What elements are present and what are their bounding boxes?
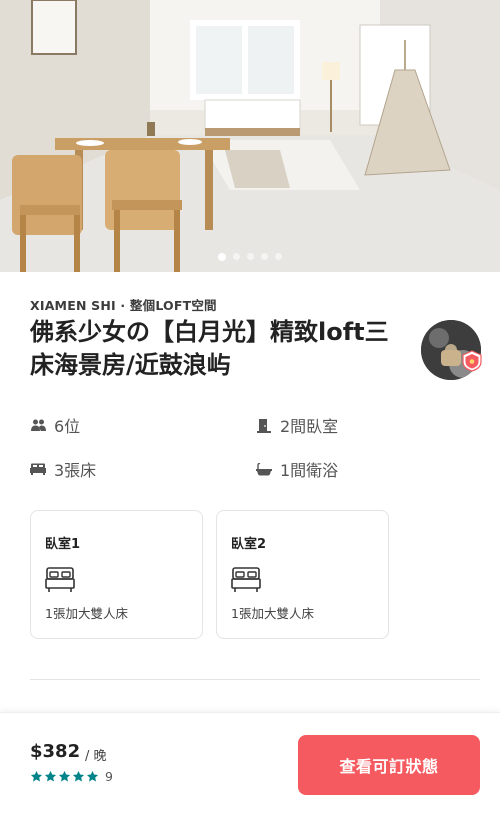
nightly-price: $382: [30, 741, 81, 762]
beds-label: 3張床: [54, 461, 97, 480]
star-icon: [72, 770, 85, 782]
star-icon: [86, 770, 99, 782]
listing-photo[interactable]: [0, 0, 500, 272]
bed-type: 1張加大雙人床: [231, 606, 314, 621]
beds-count: 3張床: [30, 458, 96, 480]
star-icon: [44, 770, 57, 782]
superhost-badge-icon: [462, 350, 482, 372]
bed-type: 1張加大雙人床: [45, 606, 128, 621]
bathtub-icon: [256, 461, 272, 477]
photo-pagination: [0, 252, 500, 261]
section-divider: [30, 679, 480, 680]
listing-title: 佛系少女の【白月光】精致loft三床海景房/近鼓浪屿: [30, 318, 389, 379]
pagination-dot[interactable]: [218, 252, 226, 261]
double-bed-icon: [231, 567, 261, 592]
review-count: 9: [105, 769, 113, 784]
bedrooms-count: 2間臥室: [256, 414, 338, 436]
bedroom-name: 臥室1: [45, 537, 81, 552]
baths-label: 1間衛浴: [280, 461, 339, 480]
pagination-dot[interactable]: [261, 253, 268, 260]
guests-label: 6位: [54, 417, 81, 436]
star-icon: [30, 770, 43, 782]
rating[interactable]: 9: [30, 769, 113, 784]
pagination-dot[interactable]: [233, 253, 240, 260]
per-night-label: / 晚: [85, 749, 107, 764]
bedroom-card[interactable]: 臥室2 1張加大雙人床: [216, 510, 389, 639]
bedrooms-label: 2間臥室: [280, 417, 339, 436]
bedroom-card[interactable]: 臥室1 1張加大雙人床: [30, 510, 203, 639]
bed-icon: [30, 461, 46, 477]
guests-icon: [30, 417, 46, 433]
baths-count: 1間衛浴: [256, 458, 338, 480]
listing-location: XIAMEN SHI · 整個LOFT空間: [30, 298, 217, 313]
door-icon: [256, 417, 272, 433]
check-availability-button[interactable]: 查看可訂狀態: [298, 735, 480, 795]
bedroom-name: 臥室2: [231, 537, 267, 552]
booking-bar: $382 / 晚 9 查看可訂狀態: [0, 712, 500, 815]
double-bed-icon: [45, 567, 75, 592]
star-icon: [58, 770, 71, 782]
pagination-dot[interactable]: [247, 253, 254, 260]
guests-count: 6位: [30, 414, 80, 436]
loft-interior-photo: [0, 0, 500, 272]
pagination-dot[interactable]: [275, 253, 282, 260]
